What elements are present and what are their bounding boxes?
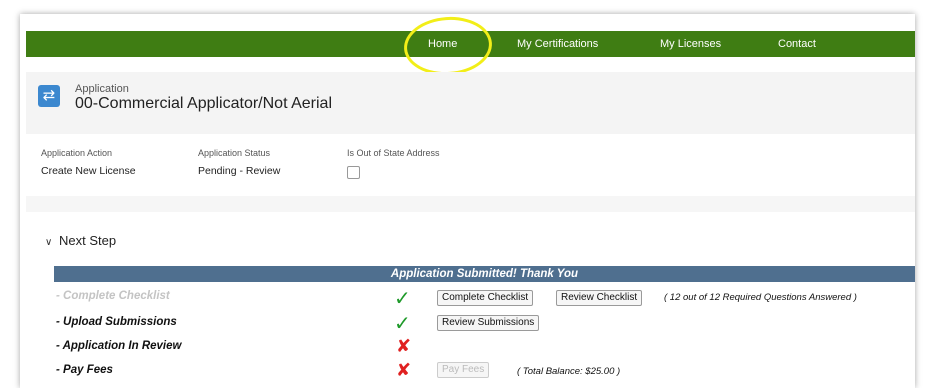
check-icon: ✓ [394,313,411,335]
total-balance-note: ( Total Balance: $25.00 ) [517,366,621,377]
nav-contact[interactable]: Contact [778,31,816,57]
home-highlight-annotation [402,14,494,78]
section-divider [26,196,915,212]
x-icon: ✘ [396,336,412,356]
record-header: ⇄ Application 00-Commercial Applicator/N… [26,72,915,134]
out-of-state-checkbox[interactable] [347,166,360,179]
application-status-label: Application Status [198,148,271,158]
steps-table-header: Application Submitted! Thank You [54,266,915,282]
application-action-label: Application Action [41,148,113,158]
step-upload-submissions: - Upload Submissions [56,316,177,328]
review-checklist-button[interactable]: Review Checklist [556,290,643,306]
record-title: 00-Commercial Applicator/Not Aerial [75,95,332,112]
pay-fees-button[interactable]: Pay Fees [437,362,490,378]
step-pay-fees: - Pay Fees [56,364,113,376]
application-status-value: Pending - Review [198,165,281,177]
check-icon: ✓ [394,288,411,310]
chevron-down-icon: ∨ [45,237,53,248]
out-of-state-label: Is Out of State Address [347,148,440,158]
page-frame: Home My Certifications My Licenses Conta… [20,14,915,388]
nav-my-certifications[interactable]: My Certifications [517,31,598,57]
step-complete-checklist: - Complete Checklist [56,290,170,302]
complete-checklist-button[interactable]: Complete Checklist [437,290,534,306]
x-icon: ✘ [396,360,412,380]
review-submissions-button[interactable]: Review Submissions [437,315,540,331]
application-action-value: Create New License [41,165,136,177]
next-step-toggle[interactable]: ∨ Next Step [45,233,116,248]
nav-my-licenses[interactable]: My Licenses [660,31,721,57]
record-type-label: Application [75,83,129,95]
step-application-in-review: - Application In Review [56,340,182,352]
application-icon: ⇄ [38,85,60,107]
questions-answered-note: ( 12 out of 12 Required Questions Answer… [664,292,857,303]
next-step-label: Next Step [59,233,117,248]
